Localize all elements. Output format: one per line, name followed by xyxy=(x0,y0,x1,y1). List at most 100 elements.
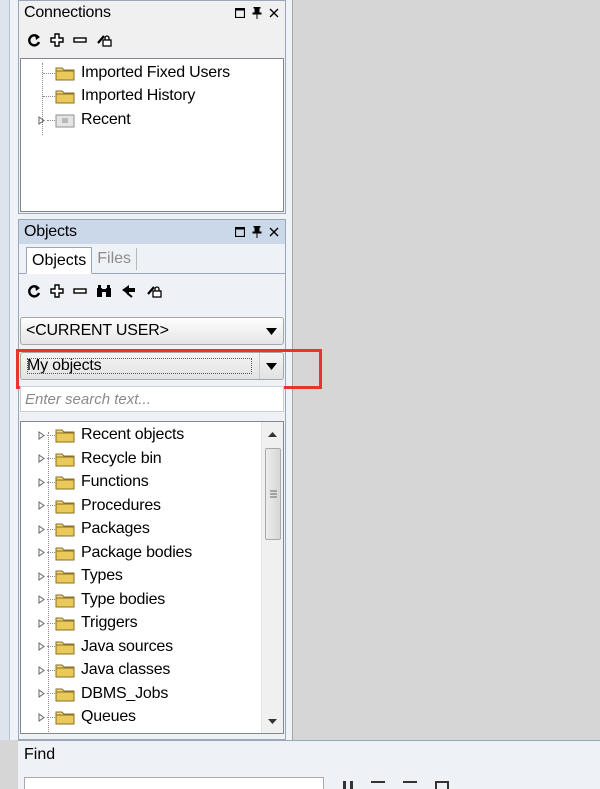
tree-item-label: Package bodies xyxy=(81,543,193,561)
add-icon[interactable] xyxy=(50,33,64,47)
tree-scrollbar[interactable] xyxy=(261,422,283,733)
properties-icon[interactable] xyxy=(146,284,162,298)
folder-icon xyxy=(55,500,75,513)
user-select-value: <CURRENT USER> xyxy=(26,322,169,339)
folder-icon xyxy=(55,67,75,81)
connections-toolbar xyxy=(19,25,285,55)
search-input[interactable]: Enter search text... xyxy=(20,386,284,412)
close-icon[interactable] xyxy=(269,8,279,18)
refresh-icon[interactable] xyxy=(27,33,41,47)
expand-arrow-icon[interactable] xyxy=(35,495,47,517)
folder-icon xyxy=(55,476,75,490)
list-item[interactable]: Procedures xyxy=(35,495,161,517)
folder-icon xyxy=(55,711,75,725)
expand-arrow-icon[interactable] xyxy=(35,589,47,611)
objects-tree: Recent objects Recycle bin Functions Proced… xyxy=(20,421,284,734)
prev-icon[interactable] xyxy=(403,781,417,789)
remove-icon[interactable] xyxy=(73,33,87,47)
list-item[interactable]: Queues xyxy=(35,706,136,728)
tree-item-label: Recent objects xyxy=(81,426,185,443)
folder-icon xyxy=(55,688,75,701)
scroll-thumb[interactable] xyxy=(265,448,281,540)
find-panel: Find xyxy=(18,740,600,789)
chevron-down-icon[interactable] xyxy=(259,318,283,344)
connections-tree: Imported Fixed Users Imported History Re… xyxy=(20,58,284,212)
objects-title: Objects xyxy=(24,223,77,240)
float-icon[interactable] xyxy=(235,227,245,237)
folder-icon xyxy=(55,641,75,654)
expand-arrow-icon[interactable] xyxy=(35,636,47,658)
pin-icon[interactable] xyxy=(252,7,262,19)
expand-arrow-icon[interactable] xyxy=(35,471,47,493)
tree-item-label: Type bodies xyxy=(81,590,166,608)
expand-arrow-icon[interactable] xyxy=(35,518,47,540)
expand-arrow-icon[interactable] xyxy=(35,612,47,634)
tree-item-label: Java sources xyxy=(81,637,173,655)
folder-icon xyxy=(55,523,75,537)
highlight-annotation xyxy=(16,349,272,389)
tree-item-label: Queues xyxy=(81,708,136,725)
expand-arrow-icon[interactable] xyxy=(35,448,47,470)
tree-item-label: Recycle bin xyxy=(81,449,162,467)
list-item[interactable]: Packages xyxy=(35,518,150,540)
list-item[interactable]: Java classes xyxy=(35,659,170,681)
list-item[interactable]: Type bodies xyxy=(35,589,165,611)
connections-title: Connections xyxy=(24,4,111,21)
objects-tabs: Objects Files xyxy=(19,244,285,274)
tree-item-imported-fixed-users[interactable]: Imported Fixed Users xyxy=(43,62,230,84)
tree-item-label: Imported Fixed Users xyxy=(81,64,230,81)
folder-icon xyxy=(55,90,75,104)
recent-folder-icon xyxy=(55,114,75,128)
list-item[interactable]: Package bodies xyxy=(35,542,192,564)
list-item[interactable]: Recycle bin xyxy=(35,448,162,470)
folder-icon xyxy=(55,453,75,466)
tree-item-label: Triggers xyxy=(81,614,138,631)
list-item[interactable]: Types xyxy=(35,565,123,587)
tree-item-label: Imported History xyxy=(81,87,196,104)
folder-icon xyxy=(55,547,75,560)
next-icon[interactable] xyxy=(371,781,385,789)
remove-icon[interactable] xyxy=(73,284,87,298)
tab-files[interactable]: Files xyxy=(92,248,138,270)
expand-arrow-icon[interactable] xyxy=(35,683,47,705)
options-icon[interactable] xyxy=(435,781,449,789)
find-toolbar xyxy=(343,781,449,789)
connections-header: Connections xyxy=(19,1,285,25)
expand-arrow-icon[interactable] xyxy=(35,565,47,587)
tree-item-label: Packages xyxy=(81,520,150,537)
expand-arrow-icon[interactable] xyxy=(35,659,47,681)
user-select[interactable]: <CURRENT USER> xyxy=(20,317,284,345)
expand-arrow-icon[interactable] xyxy=(35,109,47,131)
pause-icon[interactable] xyxy=(343,781,353,789)
expand-arrow-icon[interactable] xyxy=(35,542,47,564)
float-icon[interactable] xyxy=(235,8,245,18)
add-icon[interactable] xyxy=(50,284,64,298)
close-icon[interactable] xyxy=(269,227,279,237)
list-item[interactable]: DBMS_Jobs xyxy=(35,683,168,705)
list-item[interactable]: Java sources xyxy=(35,636,173,658)
find-icon[interactable] xyxy=(96,284,112,298)
refresh-icon[interactable] xyxy=(27,284,41,298)
tree-item-imported-history[interactable]: Imported History xyxy=(43,85,195,107)
expand-arrow-icon[interactable] xyxy=(35,424,47,446)
expand-arrow-icon[interactable] xyxy=(35,706,47,728)
scroll-up-icon[interactable] xyxy=(262,424,283,444)
find-input[interactable] xyxy=(24,777,324,789)
list-item[interactable]: Functions xyxy=(35,471,149,493)
tree-item-recent[interactable]: Recent xyxy=(35,109,131,131)
tree-item-label: Types xyxy=(81,567,123,584)
list-item[interactable]: Recent objects xyxy=(35,424,184,446)
scroll-down-icon[interactable] xyxy=(262,711,283,731)
tree-item-label: Java classes xyxy=(81,661,171,678)
folder-icon xyxy=(55,429,75,443)
list-item[interactable]: Triggers xyxy=(35,612,138,634)
tree-item-label: DBMS_Jobs xyxy=(81,684,169,702)
tab-objects[interactable]: Objects xyxy=(26,247,93,274)
pin-icon[interactable] xyxy=(252,226,262,238)
find-title: Find xyxy=(24,746,56,763)
properties-icon[interactable] xyxy=(96,33,112,47)
filter-icon[interactable] xyxy=(121,284,137,298)
folder-icon xyxy=(55,664,75,678)
editor-area xyxy=(292,0,600,740)
objects-toolbar xyxy=(19,274,285,308)
